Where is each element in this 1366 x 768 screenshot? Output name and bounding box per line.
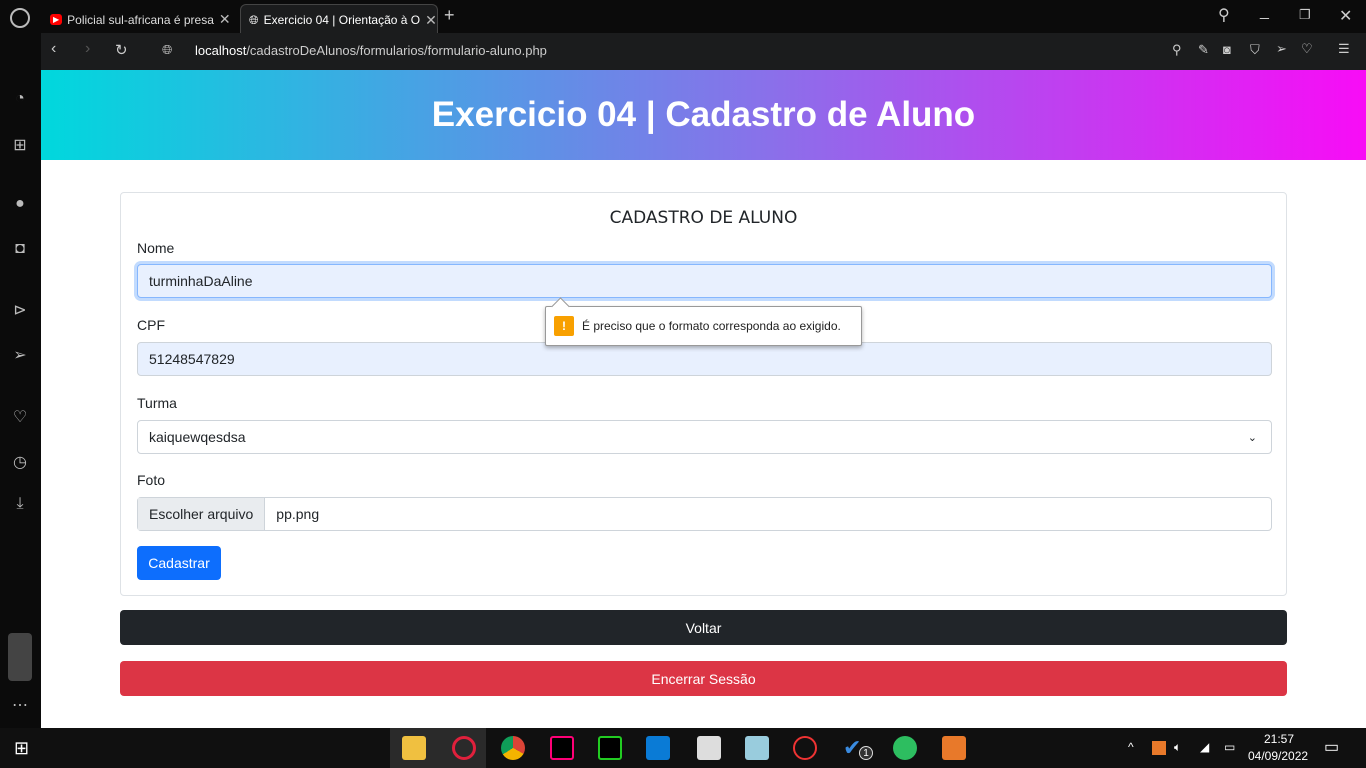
notion-icon[interactable] (697, 736, 721, 760)
encerrar-sessao-button[interactable]: Encerrar Sessão (120, 661, 1287, 696)
turma-value: kaiquewqesdsa (149, 429, 246, 445)
card-title: CADASTRO DE ALUNO (609, 208, 798, 228)
opera-icon[interactable] (452, 736, 476, 760)
url-field[interactable]: localhost/cadastroDeAlunos/formularios/f… (195, 43, 547, 58)
restore-icon[interactable]: ❐ (1299, 7, 1311, 23)
xampp-icon[interactable] (942, 736, 966, 760)
instagram-icon[interactable]: ◘ (10, 240, 30, 258)
globe-icon: 🌐︎ (249, 12, 259, 27)
cpf-input[interactable]: 51248547829 (137, 342, 1272, 376)
heart-icon[interactable]: ♡ (1301, 41, 1313, 57)
validation-tooltip: ! É preciso que o formato corresponda ao… (545, 306, 862, 346)
opera-logo-icon[interactable] (10, 8, 30, 28)
more-icon[interactable]: ⋯ (10, 695, 30, 715)
notifications-icon[interactable]: ▭ (1324, 737, 1339, 757)
send-icon[interactable]: ➢ (10, 345, 30, 365)
tab-youtube[interactable]: ▶ Policial sul-africana é presa ✕ (42, 4, 237, 35)
ram-cpu-icon[interactable] (8, 633, 32, 681)
evernote-icon[interactable] (893, 736, 917, 760)
file-explorer-icon[interactable] (402, 736, 426, 760)
forward-icon[interactable]: › (85, 40, 90, 58)
send-icon[interactable]: ➢ (1276, 41, 1287, 57)
notepad-icon[interactable] (745, 736, 769, 760)
page-header: Exercicio 04 | Cadastro de Aluno (41, 70, 1366, 160)
tray-chevron-icon[interactable]: ^ (1128, 740, 1134, 754)
validation-message: É preciso que o formato corresponda ao e… (582, 319, 841, 333)
foto-file-input[interactable]: Escolher arquivo pp.png (137, 497, 1272, 531)
vscode-icon[interactable] (646, 736, 670, 760)
history-icon[interactable]: ◷ (10, 452, 30, 472)
zoom-out-icon[interactable]: ⚲ (1172, 42, 1182, 58)
battery-icon[interactable]: ▭ (1224, 740, 1235, 754)
tab-title: Policial sul-africana é presa (67, 12, 214, 27)
close-window-icon[interactable]: ✕ (1339, 6, 1352, 26)
choose-file-button[interactable]: Escolher arquivo (138, 498, 266, 530)
form-card: CADASTRO DE ALUNO Nome turminhaDaAline C… (120, 192, 1287, 596)
windows-start-icon[interactable]: ⊞ (14, 738, 29, 759)
youtube-icon: ▶ (50, 14, 63, 25)
chrome-icon[interactable] (501, 736, 525, 760)
web-page: Exercicio 04 | Cadastro de Aluno CADASTR… (41, 70, 1366, 728)
minimize-icon[interactable]: _ (1260, 3, 1269, 21)
camera-icon[interactable]: ◙ (1223, 42, 1231, 57)
opera-sidebar: ◔ ⊞ ● ◘ ⊳ ➢ ♡ ◷ ⤓ ⋯ (0, 35, 41, 728)
turma-label: Turma (137, 395, 177, 411)
search-tabs-icon[interactable]: ⚲ (1218, 5, 1230, 25)
new-tab-icon[interactable]: + (444, 5, 455, 26)
todo-icon[interactable]: ✔ 1 (843, 736, 873, 760)
settings-sliders-icon[interactable]: ☰ (1338, 41, 1350, 57)
volume-icon[interactable]: 🔈︎ (1174, 740, 1181, 755)
chevron-down-icon: ⌄ (1247, 431, 1257, 444)
pin-icon[interactable]: ✎ (1198, 42, 1209, 58)
voltar-button[interactable]: Voltar (120, 610, 1287, 645)
warning-icon: ! (554, 316, 574, 336)
close-tab-icon[interactable]: ✕ (219, 11, 231, 28)
title-bar: ▶ Policial sul-africana é presa ✕ 🌐︎ Exe… (0, 0, 1366, 35)
nome-input[interactable]: turminhaDaAline (137, 264, 1272, 298)
reload-icon[interactable]: ↻ (115, 41, 128, 59)
url-path: /cadastroDeAlunos/formularios/formulario… (246, 43, 547, 58)
url-host: localhost (195, 43, 247, 58)
close-tab-icon[interactable]: ✕ (425, 12, 437, 29)
speed-dial-icon[interactable]: ◔ (10, 90, 30, 108)
address-bar: ‹ › ↻ 🌐︎ localhost/cadastroDeAlunos/form… (41, 33, 1366, 70)
cpf-label: CPF (137, 317, 165, 333)
intellij-icon[interactable] (550, 736, 574, 760)
foto-label: Foto (137, 472, 166, 488)
wifi-icon[interactable]: ◢ (1200, 740, 1209, 754)
clock-date[interactable]: 04/09/2022 (1248, 749, 1308, 763)
nome-label: Nome (137, 240, 175, 256)
clock-time[interactable]: 21:57 (1264, 732, 1294, 746)
pycharm-icon[interactable] (598, 736, 622, 760)
heart-icon[interactable]: ♡ (10, 407, 30, 427)
windows-taskbar: ⊞ ✔ 1 ^ 🔈︎ ◢ ▭ 21:57 04/09/2022 ▭ (0, 728, 1366, 768)
snipping-tool-icon[interactable] (793, 736, 817, 760)
notification-badge: 1 (859, 746, 873, 760)
whatsapp-icon[interactable]: ● (10, 195, 30, 213)
bag-icon[interactable]: ⊞ (10, 135, 30, 155)
tab-title: Exercicio 04 | Orientação à O (263, 13, 421, 27)
xampp-tray-icon[interactable] (1152, 741, 1166, 755)
file-name: pp.png (276, 506, 320, 522)
shield-icon[interactable]: ⛉ (1250, 42, 1260, 58)
globe-icon: 🌐︎ (162, 42, 173, 57)
tab-exercicio[interactable]: 🌐︎ Exercicio 04 | Orientação à O ✕ (240, 4, 438, 35)
download-icon[interactable]: ⤓ (10, 495, 30, 513)
cadastrar-button[interactable]: Cadastrar (137, 546, 221, 580)
back-icon[interactable]: ‹ (51, 40, 56, 58)
player-icon[interactable]: ⊳ (10, 300, 30, 320)
turma-select[interactable]: kaiquewqesdsa ⌄ (137, 420, 1272, 454)
